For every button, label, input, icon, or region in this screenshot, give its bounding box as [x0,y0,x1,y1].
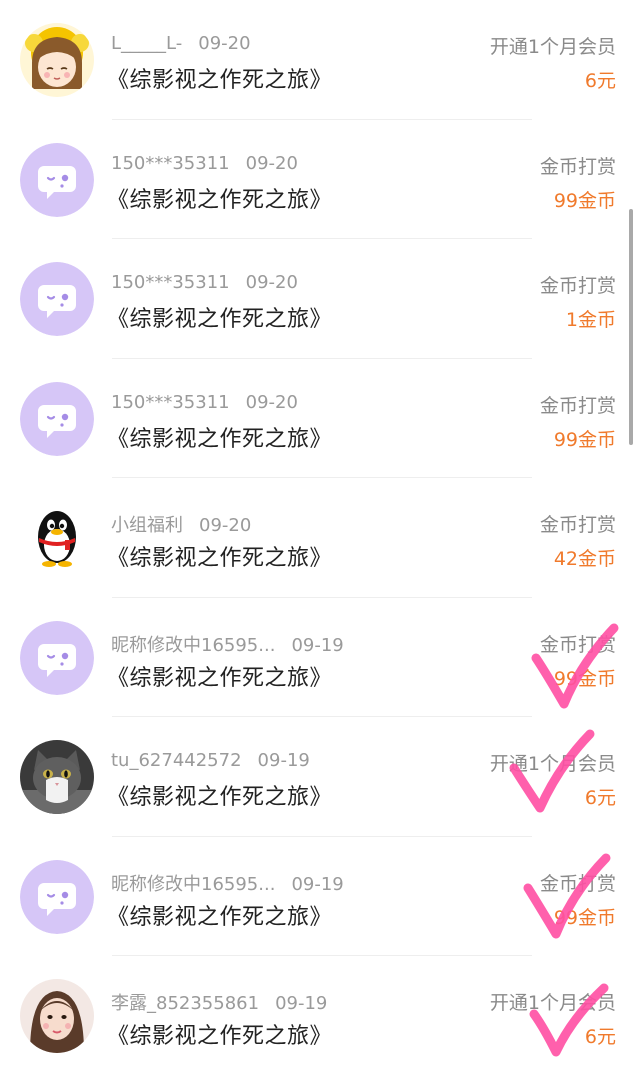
user-name: 李露_852355861 [111,993,260,1014]
default-chat-avatar[interactable] [20,262,94,336]
item-date: 09-20 [245,152,298,174]
item-date: 09-20 [245,391,298,413]
book-title: 《综影视之作死之旅》 [107,68,333,93]
transaction-type: 金币打赏 [539,394,616,417]
transaction-type: 开通1个月会员 [489,753,616,775]
item-meta: 150***35311 09-20 [111,392,298,413]
girl-photo-avatar[interactable] [20,979,94,1053]
list-item[interactable]: 李露_852355861 09-19 《综影视之作死之旅》 开通1个月会员 6元 [0,956,640,1076]
transaction-amount: 99金币 [553,428,616,451]
transaction-amount: 1金币 [565,309,616,331]
transaction-type: 金币打赏 [539,275,616,297]
item-date: 09-19 [257,750,310,771]
user-name: 150***35311 [111,152,230,174]
item-meta: 昵称修改中16595... 09-19 [111,870,344,896]
transaction-amount: 42金币 [553,548,616,570]
transaction-type: 金币打赏 [539,514,616,536]
default-chat-avatar[interactable] [20,620,94,695]
user-name: tu_627442572 [111,750,242,771]
item-date: 09-20 [198,33,251,54]
transaction-amount: 99金币 [553,906,616,929]
book-title: 《综影视之作死之旅》 [107,1024,333,1049]
user-name: 小组福利 [111,515,183,536]
book-title: 《综影视之作死之旅》 [107,307,333,332]
item-meta: 小组福利 09-20 [111,511,251,537]
user-name: 150***35311 [111,272,230,293]
item-meta: 昵称修改中16595... 09-19 [111,631,344,657]
user-name: 昵称修改中16595... [111,634,276,656]
user-name: 150***35311 [111,391,230,413]
item-meta: L_____L- 09-20 [111,33,251,54]
transaction-list: L_____L- 09-20 《综影视之作死之旅》 开通1个月会员 6元 150*… [0,0,640,1076]
scrollbar[interactable] [629,209,633,445]
transaction-amount: 6元 [584,787,616,809]
list-item[interactable]: L_____L- 09-20 《综影视之作死之旅》 开通1个月会员 6元 [0,0,640,120]
list-item[interactable]: 150***35311 09-20 《综影视之作死之旅》 金币打赏 99金币 [0,120,640,239]
item-meta: 150***35311 09-20 [111,153,298,174]
default-chat-avatar[interactable] [20,142,94,217]
item-meta: tu_627442572 09-19 [111,750,310,771]
book-title: 《综影视之作死之旅》 [107,904,333,930]
list-item[interactable]: 150***35311 09-20 《综影视之作死之旅》 金币打赏 1金币 [0,239,640,359]
transaction-amount: 99金币 [553,189,616,212]
item-date: 09-20 [245,272,298,293]
book-title: 《综影视之作死之旅》 [107,187,333,213]
item-meta: 李露_852355861 09-19 [111,989,327,1015]
list-item[interactable]: 150***35311 09-20 《综影视之作死之旅》 金币打赏 99金币 [0,359,640,478]
item-date: 09-19 [291,873,344,895]
transaction-type: 开通1个月会员 [489,992,616,1014]
list-item[interactable]: tu_627442572 09-19 《综影视之作死之旅》 开通1个月会员 6元 [0,717,640,837]
user-name: 昵称修改中16595... [111,873,276,895]
item-date: 09-19 [275,993,328,1014]
item-date: 09-20 [199,515,252,536]
cat-photo-avatar[interactable] [20,740,94,814]
book-title: 《综影视之作死之旅》 [107,785,333,810]
user-name: L_____L- [111,33,183,54]
transaction-type: 金币打赏 [539,633,616,656]
book-title: 《综影视之作死之旅》 [107,665,333,691]
default-chat-avatar[interactable] [20,381,94,456]
book-title: 《综影视之作死之旅》 [107,546,333,571]
item-meta: 150***35311 09-20 [111,272,298,293]
girl-cartoon-avatar[interactable] [20,23,94,97]
transaction-amount: 99金币 [553,667,616,690]
transaction-type: 金币打赏 [539,155,616,178]
list-item[interactable]: 昵称修改中16595... 09-19 《综影视之作死之旅》 金币打赏 99金币 [0,837,640,956]
penguin-avatar[interactable] [20,501,94,575]
list-item[interactable]: 小组福利 09-20 《综影视之作死之旅》 金币打赏 42金币 [0,478,640,598]
default-chat-avatar[interactable] [20,859,94,934]
transaction-amount: 6元 [584,70,616,92]
transaction-type: 金币打赏 [539,872,616,895]
item-date: 09-19 [291,634,344,656]
book-title: 《综影视之作死之旅》 [107,426,333,452]
list-item[interactable]: 昵称修改中16595... 09-19 《综影视之作死之旅》 金币打赏 99金币 [0,598,640,717]
transaction-amount: 6元 [584,1026,616,1048]
transaction-type: 开通1个月会员 [489,36,616,58]
